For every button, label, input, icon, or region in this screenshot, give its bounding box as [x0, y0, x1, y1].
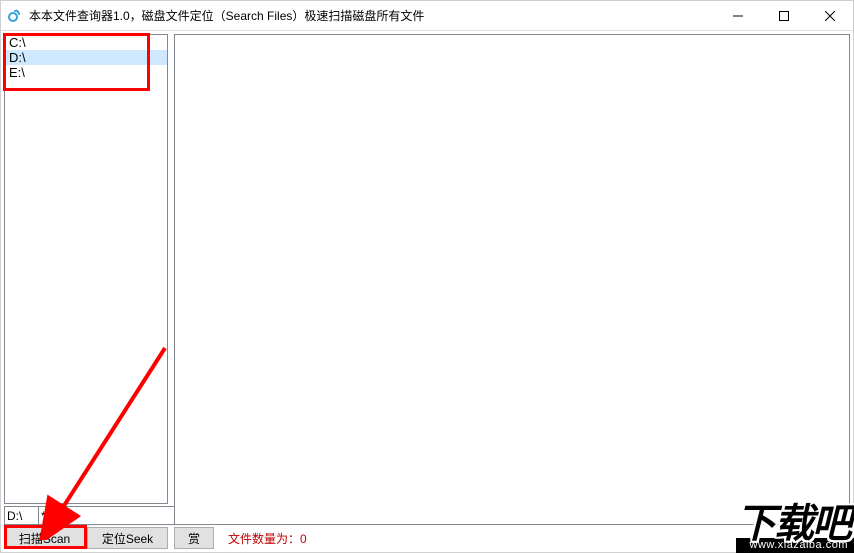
file-count-label: 文件数量为：0: [228, 530, 307, 547]
drive-list[interactable]: C:\ D:\ E:\: [4, 34, 168, 504]
action-button-row: 扫描Scan 定位Seek: [4, 527, 168, 549]
right-pane: 赏 文件数量为：0: [174, 34, 850, 549]
minimize-button[interactable]: [715, 1, 761, 30]
drive-item[interactable]: D:\: [5, 50, 167, 65]
window-controls: [715, 1, 853, 30]
drive-item[interactable]: C:\: [5, 35, 167, 50]
app-icon: [7, 8, 23, 24]
path-filter-row: [4, 506, 168, 525]
status-row: 赏 文件数量为：0: [174, 527, 850, 549]
drive-item[interactable]: E:\: [5, 65, 167, 80]
titlebar[interactable]: 本本文件查询器1.0，磁盘文件定位（Search Files）极速扫描磁盘所有文…: [1, 1, 853, 31]
path-input[interactable]: [4, 506, 39, 525]
results-list[interactable]: [174, 34, 850, 525]
client-area: C:\ D:\ E:\ 扫描Scan 定位Seek 赏 文件数量为：0: [1, 31, 853, 552]
reward-button[interactable]: 赏: [174, 527, 214, 549]
close-button[interactable]: [807, 1, 853, 30]
seek-button[interactable]: 定位Seek: [87, 527, 168, 549]
app-window: 本本文件查询器1.0，磁盘文件定位（Search Files）极速扫描磁盘所有文…: [0, 0, 854, 553]
left-pane: C:\ D:\ E:\ 扫描Scan 定位Seek: [4, 34, 168, 549]
window-title: 本本文件查询器1.0，磁盘文件定位（Search Files）极速扫描磁盘所有文…: [29, 7, 715, 24]
scan-button[interactable]: 扫描Scan: [4, 527, 85, 549]
maximize-button[interactable]: [761, 1, 807, 30]
